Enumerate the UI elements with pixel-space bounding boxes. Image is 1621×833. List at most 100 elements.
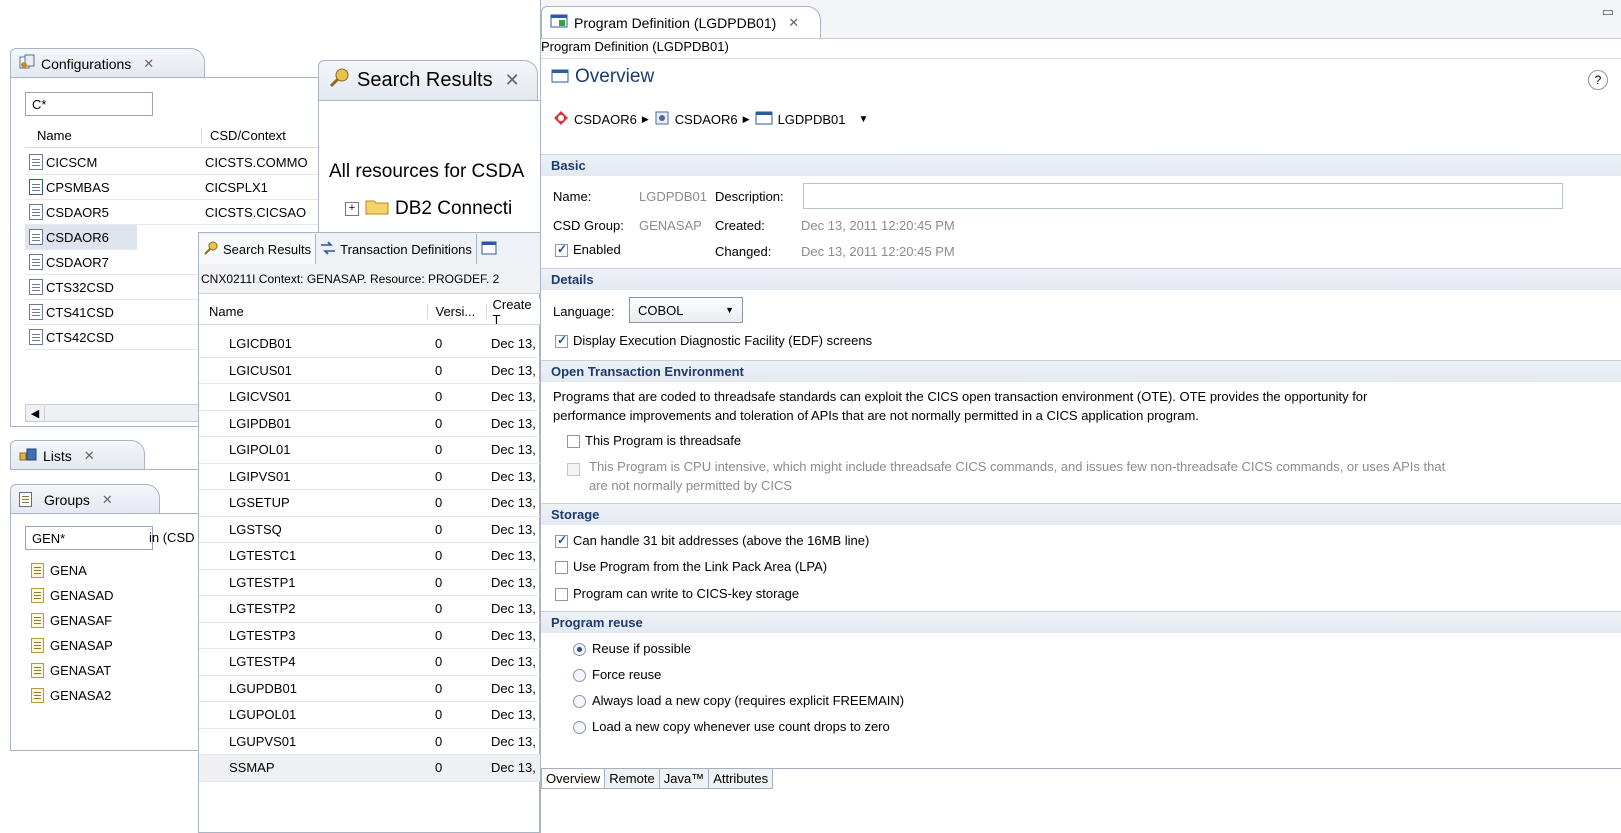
row-created: Dec 13, xyxy=(491,468,536,484)
table-row[interactable]: LGICVS01 0 Dec 13, xyxy=(199,384,541,411)
configurations-filter-input[interactable] xyxy=(25,92,153,116)
close-icon[interactable]: ✕ xyxy=(788,15,799,31)
language-value: COBOL xyxy=(638,302,684,318)
breadcrumb-item[interactable]: CSDAOR6 xyxy=(675,112,738,127)
reuse-option-radio[interactable]: Load a new copy whenever use count drops… xyxy=(573,719,890,735)
table-row[interactable]: LGUPOL01 0 Dec 13, xyxy=(199,702,541,729)
row-name: CTS42CSD xyxy=(46,329,114,345)
tab-search-results-back[interactable]: Search Results ✕ xyxy=(318,60,538,100)
tab-lists[interactable]: Lists ✕ xyxy=(10,440,145,470)
list-item[interactable]: GENASA2 xyxy=(31,683,114,708)
program-icon xyxy=(755,111,773,128)
table-row[interactable]: LGTESTC1 0 Dec 13, xyxy=(199,543,541,570)
table-row[interactable]: LGSETUP 0 Dec 13, xyxy=(199,490,541,517)
tab-remote[interactable]: Remote xyxy=(604,769,660,789)
checkbox-unchecked-icon[interactable] xyxy=(555,588,568,602)
list-item[interactable]: GENASAP xyxy=(31,633,114,658)
table-row[interactable]: LGTESTP4 0 Dec 13, xyxy=(199,649,541,676)
table-row[interactable]: CPSMBAS CICSPLX1 xyxy=(25,175,325,200)
close-icon[interactable]: ✕ xyxy=(84,448,95,464)
table-row[interactable]: LGIPDB01 0 Dec 13, xyxy=(199,411,541,437)
checkbox-disabled-icon xyxy=(567,463,580,477)
breadcrumb-item[interactable]: LGDPDB01 xyxy=(778,112,846,127)
reuse-option-radio[interactable]: Force reuse xyxy=(573,667,661,683)
help-icon[interactable]: ? xyxy=(1588,70,1608,90)
breadcrumb-item[interactable]: CSDAOR6 xyxy=(574,112,637,127)
table-row[interactable]: LGTESTP2 0 Dec 13, xyxy=(199,596,541,623)
tree-item-label: DB2 Connecti xyxy=(395,198,513,219)
col-name[interactable]: Name xyxy=(199,304,428,319)
list-item[interactable]: GENASAD xyxy=(31,583,114,608)
minimize-icon[interactable]: ▭ xyxy=(1602,4,1614,20)
description-field[interactable] xyxy=(803,183,1563,209)
expand-icon[interactable]: + xyxy=(345,202,359,216)
tab-java[interactable]: Java™ xyxy=(658,769,710,789)
table-row[interactable]: CICSCM CICSTS.COMMO xyxy=(25,150,325,175)
reuse-option-radio[interactable]: Always load a new copy (requires explici… xyxy=(573,693,904,709)
checkbox-unchecked-icon[interactable] xyxy=(555,561,568,575)
table-row[interactable]: LGICDB01 0 Dec 13, xyxy=(199,331,541,358)
row-name: LGUPDB01 xyxy=(229,680,297,696)
radio-selected-icon[interactable] xyxy=(573,643,586,657)
chevron-down-icon[interactable]: ▼ xyxy=(858,114,868,125)
table-row[interactable]: CSDAOR6 xyxy=(25,225,137,250)
tab-transaction-definitions[interactable]: Transaction Definitions xyxy=(316,234,477,264)
tab-search-results[interactable]: Search Results xyxy=(199,234,317,264)
ote-description-line2: performance improvements and toleration … xyxy=(553,408,1199,423)
scroll-left-icon[interactable]: ◀ xyxy=(26,406,45,422)
row-name: CSDAOR7 xyxy=(46,254,109,270)
tab-groups[interactable]: Groups ✕ xyxy=(10,484,160,514)
close-icon[interactable]: ✕ xyxy=(102,492,113,508)
table-row[interactable]: LGSTSQ 0 Dec 13, xyxy=(199,517,541,543)
table-row[interactable]: LGUPDB01 0 Dec 13, xyxy=(199,676,541,702)
row-name: LGTESTP3 xyxy=(229,627,296,643)
row-version: 0 xyxy=(435,336,443,352)
row-created: Dec 13, xyxy=(491,627,536,643)
row-created: Dec 13, xyxy=(491,548,536,564)
group-name: GENASAD xyxy=(50,588,114,603)
col-created[interactable]: Create T xyxy=(487,297,541,327)
list-item[interactable]: GENASAF xyxy=(31,608,114,633)
list-item[interactable]: GENASAT xyxy=(31,658,114,683)
radio-unselected-icon[interactable] xyxy=(573,669,586,683)
col-name[interactable]: Name xyxy=(25,128,202,143)
row-name: CPSMBAS xyxy=(46,179,110,195)
checkbox-checked-icon[interactable] xyxy=(555,242,568,258)
section-ote-title: Open Transaction Environment xyxy=(541,360,1621,382)
tab-program-definition[interactable]: Program Definition (LGDPDB01) ✕ xyxy=(541,6,821,38)
row-name: LGIPVS01 xyxy=(229,468,291,484)
tab-configurations[interactable]: Configurations ✕ xyxy=(10,48,205,78)
close-icon[interactable]: ✕ xyxy=(505,70,520,91)
lpa-checkbox[interactable]: Use Program from the Link Pack Area (LPA… xyxy=(555,559,827,575)
reuse-option-radio[interactable]: Reuse if possible xyxy=(573,641,691,657)
radio-unselected-icon[interactable] xyxy=(573,721,586,735)
checkbox-checked-icon[interactable] xyxy=(555,533,568,549)
col-version[interactable]: Versi... xyxy=(428,304,487,319)
checkbox-checked-icon[interactable] xyxy=(555,333,568,349)
tab-attributes[interactable]: Attributes xyxy=(708,769,774,789)
checkbox-unchecked-icon[interactable] xyxy=(567,435,580,449)
table-row[interactable]: LGICUS01 0 Dec 13, xyxy=(199,358,541,384)
table-row[interactable]: LGUPVS01 0 Dec 13, xyxy=(199,729,541,755)
table-row[interactable]: LGIPOL01 0 Dec 13, xyxy=(199,437,541,464)
threadsafe-checkbox[interactable]: This Program is threadsafe xyxy=(567,433,741,449)
radio-unselected-icon[interactable] xyxy=(573,695,586,709)
col-csd-context[interactable]: CSD/Context xyxy=(202,128,286,143)
31bit-checkbox[interactable]: Can handle 31 bit addresses (above the 1… xyxy=(555,533,869,549)
tree-item-db2[interactable]: + DB2 Connecti xyxy=(345,197,512,221)
table-row[interactable]: CSDAOR5 CICSTS.CICSAO xyxy=(25,200,325,225)
list-item[interactable]: GENA xyxy=(31,558,114,583)
tab-overview[interactable]: Overview xyxy=(541,769,606,789)
table-row[interactable]: LGTESTP1 0 Dec 13, xyxy=(199,570,541,596)
enabled-checkbox[interactable]: Enabled xyxy=(555,242,621,258)
cics-key-checkbox[interactable]: Program can write to CICS-key storage xyxy=(555,586,799,602)
table-row[interactable]: LGTESTP3 0 Dec 13, xyxy=(199,623,541,649)
language-select[interactable]: COBOL ▼ xyxy=(629,297,743,323)
edf-checkbox[interactable]: Display Execution Diagnostic Facility (E… xyxy=(555,333,872,349)
program-icon[interactable] xyxy=(481,241,497,258)
table-row[interactable]: LGIPVS01 0 Dec 13, xyxy=(199,464,541,490)
close-icon[interactable]: ✕ xyxy=(143,56,154,72)
csd-icon xyxy=(29,304,43,320)
groups-filter-input[interactable] xyxy=(25,526,153,550)
table-row[interactable]: SSMAP 0 Dec 13, xyxy=(199,755,541,782)
